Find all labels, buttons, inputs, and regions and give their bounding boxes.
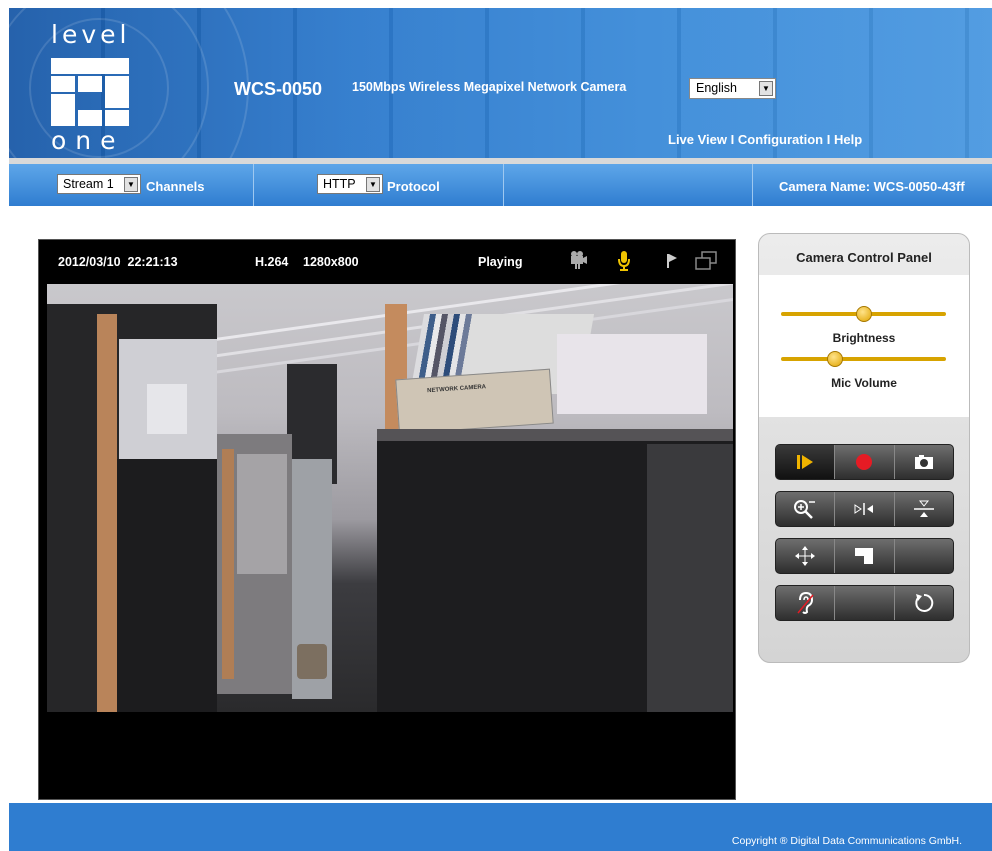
record-icon — [856, 454, 873, 470]
video-player[interactable]: 2012/03/10 22:21:13 H.264 1280x800 Playi… — [38, 239, 736, 800]
flip-vertical-button[interactable] — [895, 492, 953, 526]
record-button[interactable] — [835, 445, 895, 479]
copyright-text: Copyright ® Digital Data Communications … — [731, 835, 962, 847]
region-button[interactable] — [835, 539, 895, 573]
mic-volume-slider[interactable] — [781, 351, 946, 367]
refresh-button[interactable] — [895, 586, 953, 620]
flip-vertical-icon — [913, 500, 934, 517]
playback-controls — [775, 444, 954, 480]
mic-volume-slider-handle[interactable] — [827, 351, 844, 367]
fullscreen-icon[interactable] — [695, 251, 717, 274]
language-value: English — [696, 81, 737, 95]
levelone-logo: level one — [51, 20, 131, 155]
move-icon — [795, 546, 816, 566]
video-status-bar: 2012/03/10 22:21:13 H.264 1280x800 Playi… — [39, 240, 735, 284]
panel-sliders: Brightness Mic Volume — [759, 275, 969, 417]
blank-button[interactable] — [895, 539, 953, 573]
resolution: 1280x800 — [303, 255, 359, 269]
video-camera-icon[interactable] — [570, 250, 588, 273]
nav-configuration[interactable]: Configuration — [738, 132, 823, 147]
channels-label: Channels — [146, 179, 205, 194]
nav-help[interactable]: Help — [834, 132, 862, 147]
flip-horizontal-button[interactable] — [835, 492, 895, 526]
product-description: 150Mbps Wireless Megapixel Network Camer… — [352, 80, 627, 94]
chevron-down-icon: ▼ — [759, 81, 773, 96]
model-name: WCS-0050 — [234, 79, 323, 99]
snapshot-button[interactable] — [895, 445, 953, 479]
play-icon — [797, 455, 814, 469]
protocol-value: HTTP — [323, 177, 356, 191]
nav-separator: I — [730, 132, 735, 147]
mic-volume-label: Mic Volume — [831, 376, 897, 390]
protocol-select[interactable]: HTTP ▼ — [317, 174, 383, 194]
microphone-icon[interactable] — [617, 250, 631, 275]
refresh-icon — [915, 593, 934, 612]
camera-feed-image: NETWORK CAMERA — [47, 284, 733, 712]
language-select[interactable]: English ▼ — [689, 78, 776, 99]
footer: Copyright ® Digital Data Communications … — [9, 803, 992, 851]
mute-audio-button[interactable] — [776, 586, 836, 620]
protocol-label: Protocol — [387, 179, 440, 194]
product-box-label: NETWORK CAMERA — [395, 368, 554, 435]
move-button[interactable] — [776, 539, 836, 573]
snapshot-icon — [914, 455, 933, 469]
mute-audio-icon — [797, 591, 814, 614]
playback-status: Playing — [478, 255, 523, 269]
codec: H.264 — [255, 255, 289, 269]
camera-name: Camera Name: WCS-0050-43ff — [779, 179, 965, 194]
brightness-slider[interactable] — [781, 306, 946, 322]
timestamp: 2012/03/10 22:21:13 — [58, 255, 178, 269]
toolbar: Stream 1 ▼ Channels HTTP ▼ Protocol Came… — [9, 164, 992, 206]
top-navigation: Live View I Configuration I Help — [668, 132, 862, 147]
blank-button[interactable] — [835, 586, 895, 620]
flip-horizontal-icon — [854, 503, 874, 515]
chevron-down-icon: ▼ — [124, 177, 138, 192]
corner-icon — [855, 548, 874, 564]
chevron-down-icon: ▼ — [366, 177, 380, 192]
flag-icon[interactable] — [666, 252, 678, 273]
brightness-label: Brightness — [832, 331, 896, 345]
stream-select[interactable]: Stream 1 ▼ — [57, 174, 141, 194]
header-banner: level one WCS-0050 150Mbps Wireless Mega… — [9, 8, 992, 158]
nav-separator: I — [826, 132, 831, 147]
camera-control-panel: Camera Control Panel Brightness Mic Volu… — [758, 233, 970, 663]
panel-title: Camera Control Panel — [796, 250, 932, 265]
stream-value: Stream 1 — [63, 177, 114, 191]
view-controls — [775, 491, 954, 527]
ptz-controls — [775, 538, 954, 574]
zoom-button[interactable] — [776, 492, 836, 526]
play-button[interactable] — [776, 445, 836, 479]
zoom-icon — [794, 500, 816, 519]
brightness-slider-handle[interactable] — [855, 306, 872, 322]
audio-controls — [775, 585, 954, 621]
nav-live-view[interactable]: Live View — [668, 132, 727, 147]
